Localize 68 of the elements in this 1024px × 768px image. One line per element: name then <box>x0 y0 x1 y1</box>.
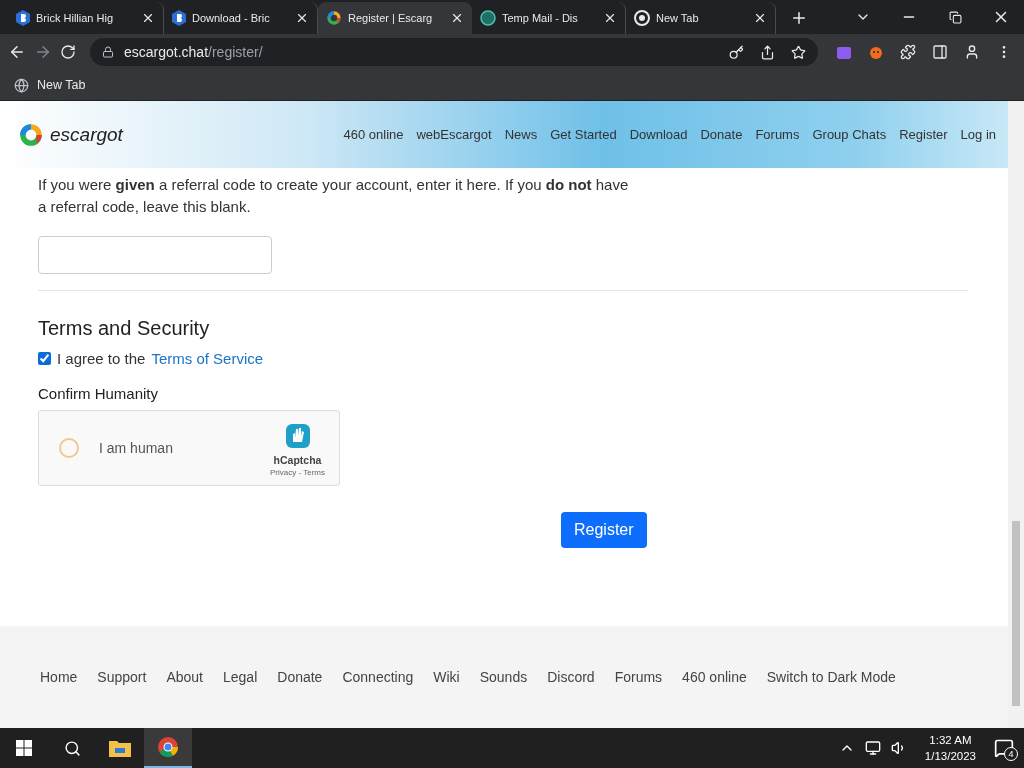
agree-checkbox[interactable] <box>38 352 51 365</box>
nav-link[interactable]: Log in <box>960 127 996 142</box>
bookmark-item[interactable]: New Tab <box>37 78 86 92</box>
network-icon[interactable] <box>864 740 881 756</box>
profile-icon[interactable] <box>964 44 980 60</box>
chrome-icon <box>634 10 650 26</box>
nav-link[interactable]: 460 online <box>343 127 404 142</box>
forward-icon[interactable] <box>34 43 52 61</box>
footer-link[interactable]: Home <box>40 669 78 685</box>
register-button[interactable]: Register <box>561 512 647 548</box>
search-icon[interactable] <box>63 739 81 757</box>
referral-hint: If you were given a referral code to create your account, enter it here. If you do not have a referral code, leave this blank. <box>38 175 630 217</box>
lock-icon <box>102 46 114 58</box>
b-logo-icon <box>172 10 186 26</box>
close-icon[interactable] <box>603 11 617 25</box>
footer-link[interactable]: Connecting <box>342 669 414 685</box>
globe-icon <box>14 77 29 93</box>
terms-link[interactable]: Terms of Service <box>151 350 264 367</box>
nav-link[interactable]: webEscargot <box>416 127 492 142</box>
captcha-links[interactable]: Privacy - Terms <box>270 467 325 477</box>
reload-icon[interactable] <box>60 44 76 60</box>
share-icon[interactable] <box>760 44 775 60</box>
captcha-brand: hCaptcha <box>273 453 322 466</box>
footer-link[interactable]: Donate <box>277 669 323 685</box>
side-panel-icon[interactable] <box>932 44 948 60</box>
extensions-icon[interactable] <box>900 44 916 60</box>
clock[interactable]: 1:32 AM 1/13/2023 <box>916 732 984 764</box>
agree-label: I agree to the <box>57 350 146 367</box>
nav-link[interactable]: Donate <box>700 127 743 142</box>
nav-link[interactable]: Register <box>899 127 948 142</box>
escargot-logo-icon <box>326 10 342 26</box>
referral-code-field[interactable] <box>38 236 272 274</box>
windows-icon[interactable] <box>16 740 32 756</box>
close-icon[interactable] <box>450 11 464 25</box>
footer-link[interactable]: Switch to Dark Mode <box>766 669 896 685</box>
nav-link[interactable]: Group Chats <box>812 127 887 142</box>
browser-tab[interactable]: Register | Escarg <box>318 2 472 34</box>
nav-link[interactable]: Forums <box>755 127 800 142</box>
site-logo-text[interactable]: escargot <box>50 123 123 146</box>
nav-link[interactable]: News <box>504 127 538 142</box>
scrollbar[interactable] <box>1008 101 1024 728</box>
address-bar[interactable]: escargot.chat/register/ <box>90 38 818 66</box>
footer-link[interactable]: Wiki <box>433 669 460 685</box>
folder-icon[interactable] <box>109 739 131 757</box>
close-icon[interactable] <box>295 11 309 25</box>
footer-link[interactable]: Forums <box>614 669 663 685</box>
footer-link[interactable]: Legal <box>223 669 258 685</box>
captcha-label: I am human <box>99 440 173 456</box>
section-heading: Terms and Security <box>38 317 211 340</box>
new-tab-icon[interactable] <box>790 9 808 27</box>
key-icon[interactable] <box>729 44 744 60</box>
footer-link[interactable]: Support <box>97 669 147 685</box>
close-icon[interactable] <box>753 11 767 25</box>
chrome-icon[interactable] <box>157 736 179 758</box>
footer-link[interactable]: Sounds <box>479 669 528 685</box>
footer-link[interactable]: About <box>166 669 203 685</box>
section-heading: Confirm Humanity <box>38 385 160 402</box>
footer-link[interactable]: Discord <box>547 669 595 685</box>
close-icon[interactable] <box>141 11 155 25</box>
captcha-checkbox[interactable] <box>59 438 79 458</box>
star-icon[interactable] <box>791 44 806 60</box>
b-logo-icon <box>16 10 30 26</box>
nav-link[interactable]: Get Started <box>550 127 617 142</box>
nav-link[interactable]: Download <box>629 127 688 142</box>
escargot-logo-icon <box>18 121 44 148</box>
restore-icon[interactable] <box>948 10 962 24</box>
back-icon[interactable] <box>8 43 26 61</box>
footer-link[interactable]: 460 online <box>682 669 747 685</box>
